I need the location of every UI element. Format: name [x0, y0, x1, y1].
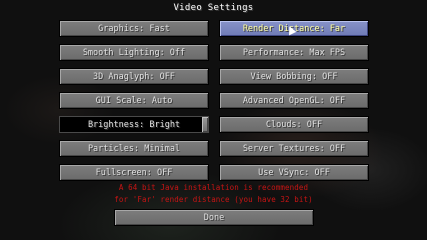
advanced-opengl-button[interactable]: Advanced OpenGL: OFF	[219, 92, 369, 109]
smooth-lighting-button[interactable]: Smooth Lighting: Off	[59, 44, 209, 61]
view-bobbing-button[interactable]: View Bobbing: OFF	[219, 68, 369, 85]
server-textures-button[interactable]: Server Textures: OFF	[219, 140, 369, 157]
clouds-button[interactable]: Clouds: OFF	[219, 116, 369, 133]
performance-button[interactable]: Performance: Max FPS	[219, 44, 369, 61]
screen-title: Video Settings	[173, 3, 254, 13]
done-button[interactable]: Done	[114, 209, 314, 226]
warning-line-1: A 64 bit Java installation is recommende…	[118, 183, 309, 192]
brightness-slider-label: Brightness: Bright	[87, 119, 181, 130]
gui-scale-button[interactable]: GUI Scale: Auto	[59, 92, 209, 109]
brightness-slider[interactable]: Brightness: Bright	[59, 116, 209, 133]
particles-button[interactable]: Particles: Minimal	[59, 140, 209, 157]
warning-line-2: for 'Far' render distance (you have 32 b…	[114, 195, 313, 204]
brightness-slider-handle[interactable]	[202, 117, 208, 132]
graphics-button[interactable]: Graphics: Fast	[59, 20, 209, 37]
vsync-button[interactable]: Use VSync: OFF	[219, 164, 369, 181]
fullscreen-button[interactable]: Fullscreen: OFF	[59, 164, 209, 181]
anaglyph-button[interactable]: 3D Anaglyph: OFF	[59, 68, 209, 85]
